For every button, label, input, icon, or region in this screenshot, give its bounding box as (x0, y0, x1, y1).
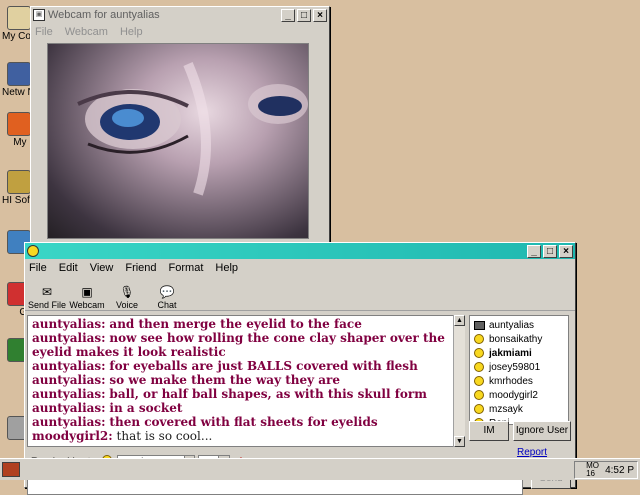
webcam-menubar: File Webcam Help (31, 23, 329, 41)
menu-friend[interactable]: Friend (125, 262, 156, 274)
message-sender: auntyalias: (32, 387, 106, 401)
user-list-item[interactable]: josey59801 (470, 360, 568, 374)
chat-window[interactable]: _ □ × File Edit View Friend Format Help … (24, 242, 576, 495)
webcam-title: Webcam for auntyalias (48, 9, 160, 21)
menu-help[interactable]: Help (120, 26, 143, 38)
toolbar-button-label: Chat (157, 300, 177, 310)
menu-view[interactable]: View (90, 262, 114, 274)
user-name: kmrhodes (489, 375, 533, 387)
close-button[interactable]: × (313, 8, 327, 22)
minimize-button[interactable]: _ (527, 244, 541, 258)
chat-message: auntyalias: then covered with flat sheet… (32, 415, 458, 429)
user-name: bonsaikathy (489, 333, 543, 345)
user-list-item[interactable]: bonsaikathy (470, 332, 568, 346)
close-button[interactable]: × (559, 244, 573, 258)
message-text: ball, or half ball shapes, as with this … (109, 387, 427, 401)
chat-message: auntyalias: for eyeballs are just BALLS … (32, 359, 458, 373)
message-sender: auntyalias: (32, 317, 106, 331)
im-button[interactable]: IM (469, 421, 509, 441)
chat-bubbles-icon: 💬 (159, 285, 175, 299)
menu-format[interactable]: Format (169, 262, 204, 274)
desktop-shortcut-icon (7, 62, 31, 86)
message-sender: auntyalias: (32, 373, 106, 387)
menu-webcam[interactable]: Webcam (65, 26, 108, 38)
chat-menubar: File Edit View Friend Format Help (25, 259, 575, 277)
scroll-down-arrow-icon[interactable]: ▼ (454, 436, 465, 447)
toolbar-button-voice[interactable]: 🎙 Voice (107, 285, 147, 310)
menu-help[interactable]: Help (215, 262, 238, 274)
webcam-image (77, 62, 308, 196)
smiley-icon (474, 404, 484, 414)
ignore-user-button[interactable]: Ignore User (513, 421, 571, 441)
desktop-shortcut-icon (7, 170, 31, 194)
smiley-icon (474, 390, 484, 400)
scroll-up-arrow-icon[interactable]: ▲ (454, 315, 465, 326)
message-text: for eyeballs are just BALLS covered with… (109, 359, 418, 373)
clock[interactable]: 4:52 P (605, 465, 634, 476)
chat-toolbar: ✉ Send File ▣ Webcam 🎙 Voice 💬 Chat (25, 277, 575, 311)
user-list-item[interactable]: moodygirl2 (470, 388, 568, 402)
maximize-button[interactable]: □ (297, 8, 311, 22)
toolbar-button-label: Webcam (69, 300, 105, 310)
chat-message: auntyalias: and then merge the eyelid to… (32, 317, 458, 331)
chat-message: moodygirl2: that is so cool... (32, 429, 458, 443)
message-sender: auntyalias: (32, 401, 106, 415)
toolbar-button-webcam[interactable]: ▣ Webcam (67, 285, 107, 310)
webcam-titlebar[interactable]: ▣ Webcam for auntyalias _ □ × (31, 7, 329, 23)
message-sender: moodygirl2: (32, 429, 113, 443)
start-icon[interactable] (2, 462, 20, 477)
webcam-app-icon: ▣ (33, 9, 45, 21)
message-sender: auntyalias: (32, 359, 106, 373)
user-list-item[interactable]: auntyalias (470, 318, 568, 332)
toolbar-button-label: Send File (27, 300, 67, 310)
toolbar-button-send-file[interactable]: ✉ Send File (27, 285, 67, 310)
user-name: auntyalias (489, 319, 535, 331)
chat-message: auntyalias: so we make them the way they… (32, 373, 458, 387)
webcam-icon: ▣ (81, 285, 93, 299)
send-file-icon: ✉ (41, 285, 53, 299)
smiley-icon (474, 334, 484, 344)
user-name: josey59801 (489, 361, 541, 373)
tray-date: MO 16 (586, 461, 599, 478)
message-sender: auntyalias: (32, 415, 106, 429)
system-tray: MO 16 4:52 P (574, 461, 638, 479)
user-name: mzsayk (489, 403, 523, 415)
message-text: so we make them the way they are (109, 373, 340, 387)
message-text: that is so cool... (116, 429, 213, 443)
menu-edit[interactable]: Edit (59, 262, 78, 274)
desktop-shortcut-icon (7, 112, 31, 136)
chat-message: auntyalias: in a socket (32, 401, 458, 415)
webcam-window[interactable]: ▣ Webcam for auntyalias _ □ × File Webca… (30, 6, 330, 254)
user-list[interactable]: auntyalias bonsaikathy jakmiami josey59801 k… (469, 315, 569, 429)
menu-file[interactable]: File (35, 26, 53, 38)
chat-message: auntyalias: now see how rolling the cone… (32, 331, 458, 359)
message-text: then covered with flat sheets for eyelid… (109, 415, 378, 429)
user-name: jakmiami (489, 347, 532, 359)
microphone-icon: 🎙 (119, 285, 135, 299)
user-list-item[interactable]: kmrhodes (470, 374, 568, 388)
chat-log-scrollbar[interactable]: ▲ ▼ (453, 315, 465, 447)
chat-log[interactable]: auntyalias: and then merge the eyelid to… (27, 315, 463, 447)
menu-file[interactable]: File (29, 262, 47, 274)
user-list-item[interactable]: jakmiami (470, 346, 568, 360)
minimize-button[interactable]: _ (281, 8, 295, 22)
smiley-icon (474, 362, 484, 372)
chat-app-icon (27, 245, 39, 257)
user-list-item[interactable]: mzsayk (470, 402, 568, 416)
smiley-icon (474, 376, 484, 386)
webcam-icon (474, 320, 485, 330)
webcam-video-feed (47, 43, 309, 239)
message-text: and then merge the eyelid to the face (109, 317, 362, 331)
taskbar: MO 16 4:52 P (0, 458, 640, 480)
chat-titlebar[interactable]: _ □ × (25, 243, 575, 259)
maximize-button[interactable]: □ (543, 244, 557, 258)
chat-message: auntyalias: ball, or half ball shapes, a… (32, 387, 458, 401)
message-text: in a socket (109, 401, 183, 415)
desktop-shortcut-icon (7, 6, 31, 30)
smiley-icon (474, 348, 484, 358)
toolbar-button-chat[interactable]: 💬 Chat (147, 285, 187, 310)
toolbar-button-label: Voice (115, 300, 139, 310)
user-name: moodygirl2 (489, 389, 538, 401)
message-sender: auntyalias: (32, 331, 106, 345)
